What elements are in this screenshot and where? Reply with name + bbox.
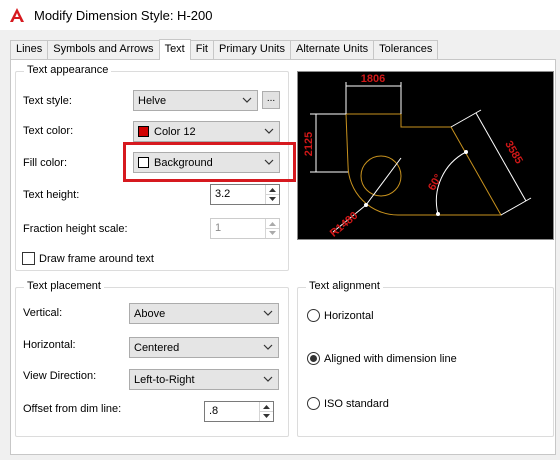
fraction-height-scale-label: Fraction height scale: xyxy=(23,223,128,235)
tab-fit[interactable]: Fit xyxy=(189,40,214,59)
alignment-aligned-radio[interactable] xyxy=(307,352,320,365)
left-dimension-text: 2125 xyxy=(303,132,315,156)
top-dimension-text: 1806 xyxy=(361,73,385,85)
angle-dimension-text: 60° xyxy=(426,172,445,192)
spin-down-icon[interactable] xyxy=(266,228,279,238)
fraction-height-scale-spinner[interactable]: 1 xyxy=(210,218,280,239)
text-color-value: Color 12 xyxy=(154,125,196,138)
tab-strip: Lines Symbols and Arrows Text Fit Primar… xyxy=(10,39,439,60)
vertical-dropdown[interactable]: Above xyxy=(129,303,279,324)
radius-dimension-text: R1480 xyxy=(328,210,361,239)
tab-lines[interactable]: Lines xyxy=(10,40,49,59)
alignment-horizontal-radio[interactable] xyxy=(307,309,320,322)
right-dimension-text: 3585 xyxy=(502,139,525,166)
chevron-down-icon xyxy=(263,310,273,316)
vertical-label: Vertical: xyxy=(23,307,63,319)
text-alignment-label: Text alignment xyxy=(306,280,383,292)
text-height-label: Text height: xyxy=(23,189,80,201)
chevron-down-icon xyxy=(264,128,274,134)
preview-drawing: 1806 2125 3585 60° R1480 xyxy=(303,73,532,240)
spin-up-icon[interactable] xyxy=(260,402,273,411)
title-bar: Modify Dimension Style: H-200 xyxy=(0,0,560,30)
chevron-down-icon xyxy=(263,376,273,382)
text-height-spinner[interactable]: 3.2 xyxy=(210,184,280,205)
chevron-down-icon xyxy=(263,344,273,350)
alignment-iso-radio[interactable] xyxy=(307,397,320,410)
autocad-logo-icon xyxy=(8,6,26,24)
tab-symbols-and-arrows[interactable]: Symbols and Arrows xyxy=(47,40,160,59)
text-color-label: Text color: xyxy=(23,125,74,137)
spin-up-icon[interactable] xyxy=(266,185,279,194)
radius-leader-line xyxy=(365,157,402,206)
draw-frame-checkbox[interactable] xyxy=(22,252,35,265)
spin-down-icon[interactable] xyxy=(260,411,273,421)
view-direction-value: Left-to-Right xyxy=(134,373,195,386)
text-style-label: Text style: xyxy=(23,95,72,107)
chevron-down-icon xyxy=(242,97,252,103)
fill-color-highlight-box xyxy=(123,142,296,182)
preview-hole xyxy=(360,155,402,197)
text-height-value: 3.2 xyxy=(215,188,231,200)
view-direction-label: View Direction: xyxy=(23,370,97,382)
fraction-height-scale-value: 1 xyxy=(215,222,222,234)
color-swatch-red xyxy=(138,126,149,137)
view-direction-dropdown[interactable]: Left-to-Right xyxy=(129,369,279,390)
tab-text[interactable]: Text xyxy=(158,39,191,60)
text-style-value: Helve xyxy=(138,94,167,107)
horizontal-value: Centered xyxy=(134,341,180,354)
spin-up-icon[interactable] xyxy=(266,219,279,228)
spin-down-icon[interactable] xyxy=(266,194,279,204)
alignment-iso-label: ISO standard xyxy=(324,398,389,410)
vertical-value: Above xyxy=(134,307,166,320)
offset-spinner[interactable]: .8 xyxy=(204,401,274,422)
text-appearance-label: Text appearance xyxy=(24,64,112,76)
horizontal-dropdown[interactable]: Centered xyxy=(129,337,279,358)
alignment-horizontal-label: Horizontal xyxy=(324,310,374,322)
tab-primary-units[interactable]: Primary Units xyxy=(212,40,291,59)
text-style-dropdown[interactable]: Helve xyxy=(133,90,258,111)
text-placement-label: Text placement xyxy=(24,280,104,292)
tab-tolerances[interactable]: Tolerances xyxy=(373,40,439,59)
alignment-aligned-label: Aligned with dimension line xyxy=(324,353,457,365)
window-title: Modify Dimension Style: H-200 xyxy=(34,7,213,23)
fill-color-label: Fill color: xyxy=(23,157,68,169)
text-style-browse-button[interactable]: ... xyxy=(262,91,280,109)
draw-frame-label: Draw frame around text xyxy=(39,253,154,265)
offset-label: Offset from dim line: xyxy=(23,403,122,415)
tab-alternate-units[interactable]: Alternate Units xyxy=(290,40,375,59)
dimension-preview: 1806 2125 3585 60° R1480 xyxy=(297,71,554,240)
offset-value: .8 xyxy=(209,405,219,417)
text-color-dropdown[interactable]: Color 12 xyxy=(133,121,280,142)
horizontal-label: Horizontal: xyxy=(23,339,76,351)
